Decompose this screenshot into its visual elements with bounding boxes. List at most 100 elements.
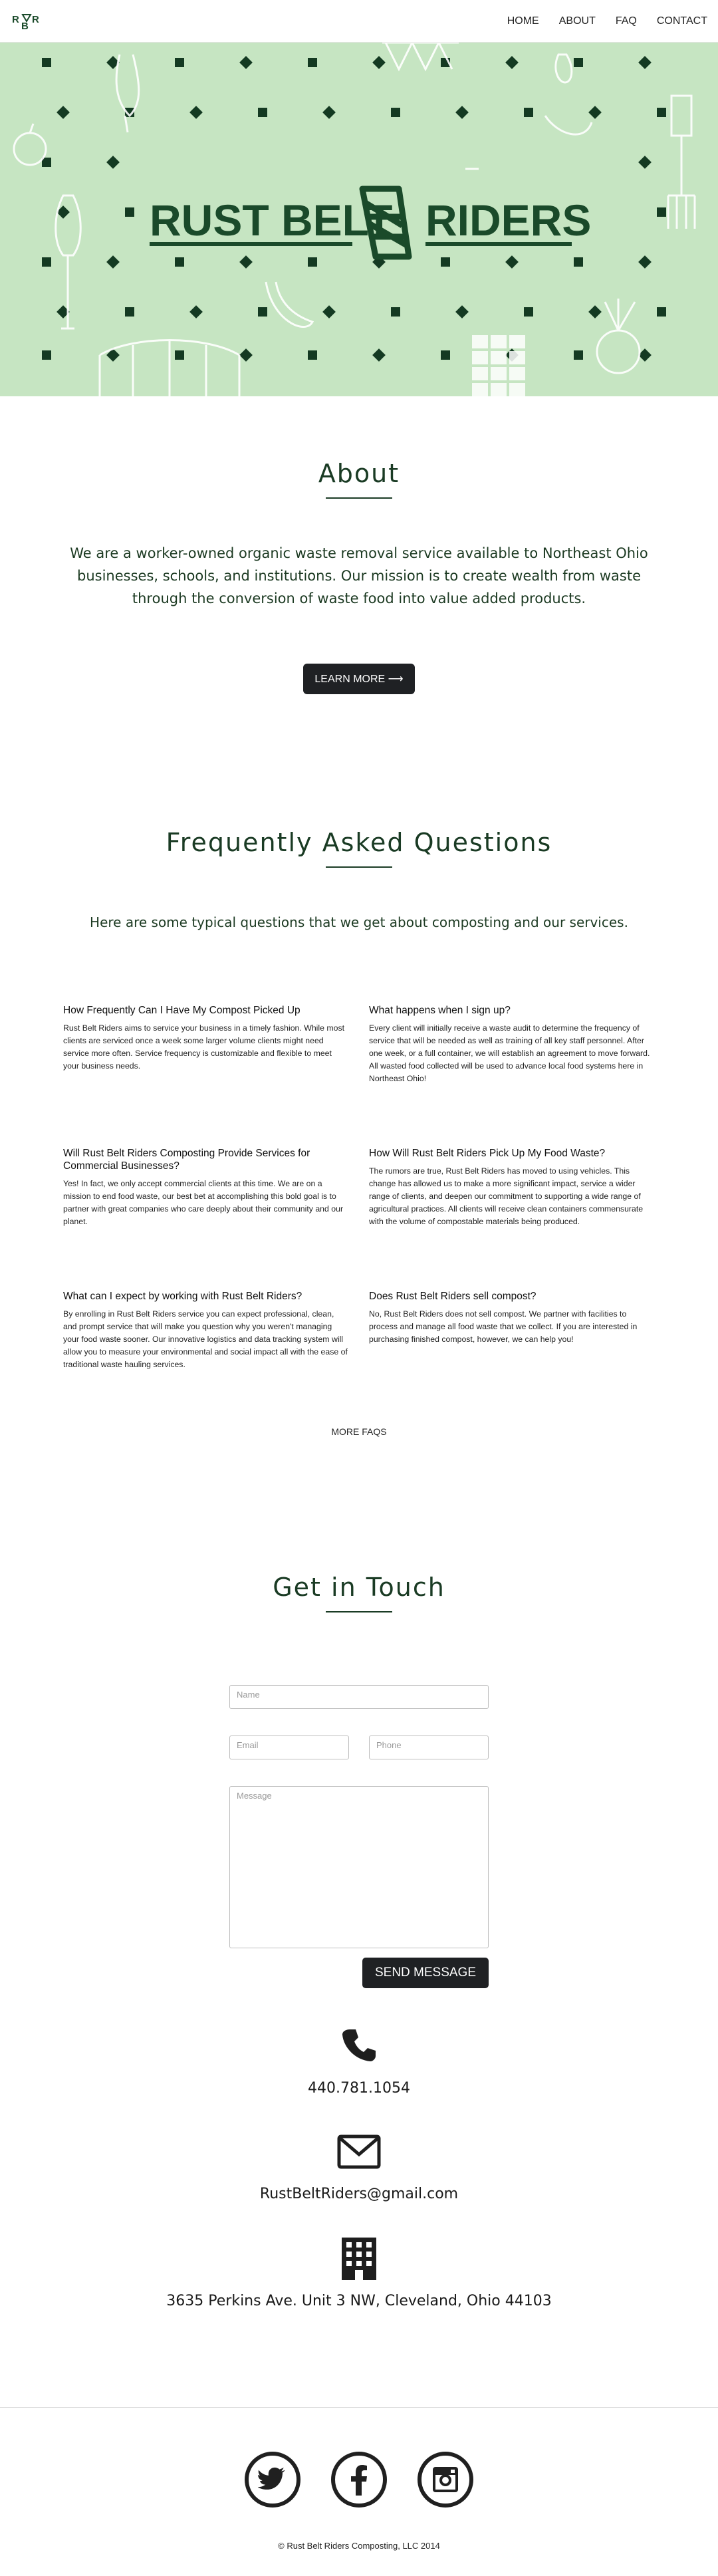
more-faqs-link[interactable]: MORE FAQS bbox=[331, 1426, 386, 1437]
faq-answer: Every client will initially receive a wa… bbox=[369, 1023, 650, 1083]
about-section: About bbox=[0, 459, 718, 499]
hero-diamond-dot bbox=[189, 106, 203, 119]
hero-diamond-dot bbox=[322, 305, 336, 319]
faq-question: What can I expect by working with Rust B… bbox=[63, 1291, 302, 1302]
nav-item-faq[interactable]: FAQ bbox=[616, 15, 637, 27]
hero-banner: RUST BELT RIDERS bbox=[0, 43, 718, 396]
hero-square-dot bbox=[574, 350, 583, 360]
hero-square-dot bbox=[175, 350, 184, 360]
hero-diamond-dot bbox=[505, 255, 519, 269]
hero-square-dot bbox=[524, 307, 533, 317]
facebook-icon[interactable] bbox=[331, 2452, 387, 2508]
hero-square-dot bbox=[175, 58, 184, 67]
faq-list: How Frequently Can I Have My Compost Pic… bbox=[63, 1004, 655, 1433]
about-body: We are a worker-owned organic waste remo… bbox=[70, 545, 648, 606]
hero-square-dot bbox=[125, 207, 134, 217]
about-title-underline bbox=[326, 497, 392, 499]
nav-item-home[interactable]: HOME bbox=[507, 15, 539, 27]
hero-diamond-dot bbox=[372, 56, 386, 69]
hero-pattern: RUST BELT RIDERS bbox=[13, 43, 696, 396]
send-message-button[interactable]: SEND MESSAGE bbox=[362, 1958, 489, 1988]
more-faqs-wrap: MORE FAQS bbox=[0, 1425, 718, 1438]
hero-diamond-dot bbox=[106, 255, 120, 269]
hero-square-dot bbox=[308, 58, 317, 67]
hero-square-dot bbox=[258, 108, 267, 117]
faq-question: How Will Rust Belt Riders Pick Up My Foo… bbox=[369, 1148, 606, 1159]
hero-diamond-dot bbox=[239, 255, 253, 269]
hero-diamond-dot bbox=[638, 56, 652, 69]
site-logo[interactable]: R B R bbox=[11, 8, 51, 35]
phone-icon bbox=[341, 2027, 377, 2063]
hero-square-dot bbox=[441, 257, 450, 267]
hero-diamond-dot bbox=[638, 255, 652, 269]
hero-diamond-dot bbox=[106, 156, 120, 169]
top-nav: R B R HOME ABOUT FAQ CONTACT bbox=[0, 0, 718, 43]
name-field[interactable]: Name bbox=[229, 1685, 489, 1709]
faq-question: Does Rust Belt Riders sell compost? bbox=[369, 1291, 537, 1302]
faq-item: How Frequently Can I Have My Compost Pic… bbox=[63, 1004, 349, 1147]
message-field[interactable]: Message bbox=[229, 1786, 489, 1948]
hero-square-dot bbox=[308, 350, 317, 360]
faq-title: Frequently Asked Questions bbox=[166, 828, 552, 857]
svg-text:R: R bbox=[32, 14, 39, 25]
hero-square-dot bbox=[42, 257, 51, 267]
hero-diamond-dot bbox=[239, 56, 253, 69]
footer-copyright-wrap: © Rust Belt Riders Composting, LLC 2014 bbox=[0, 2539, 718, 2551]
faq-answer: By enrolling in Rust Belt Riders service… bbox=[63, 1309, 348, 1369]
faq-item: How Will Rust Belt Riders Pick Up My Foo… bbox=[369, 1147, 655, 1290]
faq-intro-wrap: Here are some typical questions that we … bbox=[0, 911, 718, 934]
faq-item: What happens when I sign up? Every clien… bbox=[369, 1004, 655, 1147]
instagram-icon[interactable] bbox=[418, 2452, 473, 2508]
about-body-wrap: We are a worker-owned organic waste remo… bbox=[0, 542, 718, 610]
faq-item: Does Rust Belt Riders sell compost? No, … bbox=[369, 1290, 655, 1433]
hero-square-dot bbox=[391, 108, 400, 117]
hero-diamond-dot bbox=[588, 106, 602, 119]
hero-square-dot bbox=[125, 307, 134, 317]
hero-square-dot bbox=[42, 350, 51, 360]
faq-question: What happens when I sign up? bbox=[369, 1005, 511, 1016]
faq-intro: Here are some typical questions that we … bbox=[90, 914, 628, 930]
svg-text:B: B bbox=[21, 21, 29, 32]
nav-item-about[interactable]: ABOUT bbox=[559, 15, 596, 27]
faq-answer: The rumors are true, Rust Belt Riders ha… bbox=[369, 1166, 644, 1226]
hero-square-dot bbox=[42, 58, 51, 67]
footer-copyright: © Rust Belt Riders Composting, LLC 2014 bbox=[278, 2541, 440, 2551]
contact-address: 3635 Perkins Ave. Unit 3 NW, Cleveland, … bbox=[166, 2293, 552, 2309]
hero-brand-left: RUST BELT bbox=[150, 195, 392, 245]
nav-item-contact[interactable]: CONTACT bbox=[657, 15, 707, 27]
hero-square-dot bbox=[441, 350, 450, 360]
twitter-icon[interactable] bbox=[245, 2452, 300, 2508]
nav-menu: HOME ABOUT FAQ CONTACT bbox=[487, 15, 707, 27]
faq-question: How Frequently Can I Have My Compost Pic… bbox=[63, 1005, 300, 1016]
faq-answer: Rust Belt Riders aims to service your bu… bbox=[63, 1023, 345, 1071]
hero-diamond-dot bbox=[239, 348, 253, 362]
about-button-wrap: LEARN MORE ⟶ bbox=[0, 664, 718, 694]
faq-header: Frequently Asked Questions bbox=[0, 828, 718, 868]
contact-phone[interactable]: 440.781.1054 bbox=[0, 2080, 718, 2097]
hero-square-dot bbox=[524, 108, 533, 117]
about-title: About bbox=[318, 459, 400, 488]
hero-diamond-dot bbox=[322, 106, 336, 119]
phone-field[interactable]: Phone bbox=[369, 1736, 489, 1759]
envelope-icon bbox=[337, 2134, 381, 2169]
email-field[interactable]: Email bbox=[229, 1736, 349, 1759]
contact-email[interactable]: RustBeltRiders@gmail.com bbox=[0, 2186, 718, 2202]
faq-answer: Yes! In fact, we only accept commercial … bbox=[63, 1179, 344, 1226]
hero-square-dot bbox=[657, 108, 666, 117]
faq-question: Will Rust Belt Riders Composting Provide… bbox=[63, 1148, 310, 1172]
hero-square-dot bbox=[574, 58, 583, 67]
faq-item: What can I expect by working with Rust B… bbox=[63, 1290, 349, 1433]
contact-title-underline bbox=[326, 1611, 392, 1612]
hero-diamond-dot bbox=[588, 305, 602, 319]
faq-answer: No, Rust Belt Riders does not sell compo… bbox=[369, 1309, 638, 1344]
hero-square-dot bbox=[175, 257, 184, 267]
hero-diamond-dot bbox=[638, 156, 652, 169]
learn-more-button[interactable]: LEARN MORE ⟶ bbox=[303, 664, 415, 694]
svg-text:R: R bbox=[12, 14, 19, 25]
hero-brand-right: RIDERS bbox=[425, 195, 591, 245]
hero-square-dot bbox=[574, 257, 583, 267]
hero-square-dot bbox=[391, 307, 400, 317]
hero-diamond-dot bbox=[455, 106, 469, 119]
hero-diamond-dot bbox=[372, 348, 386, 362]
faq-item: Will Rust Belt Riders Composting Provide… bbox=[63, 1147, 349, 1290]
